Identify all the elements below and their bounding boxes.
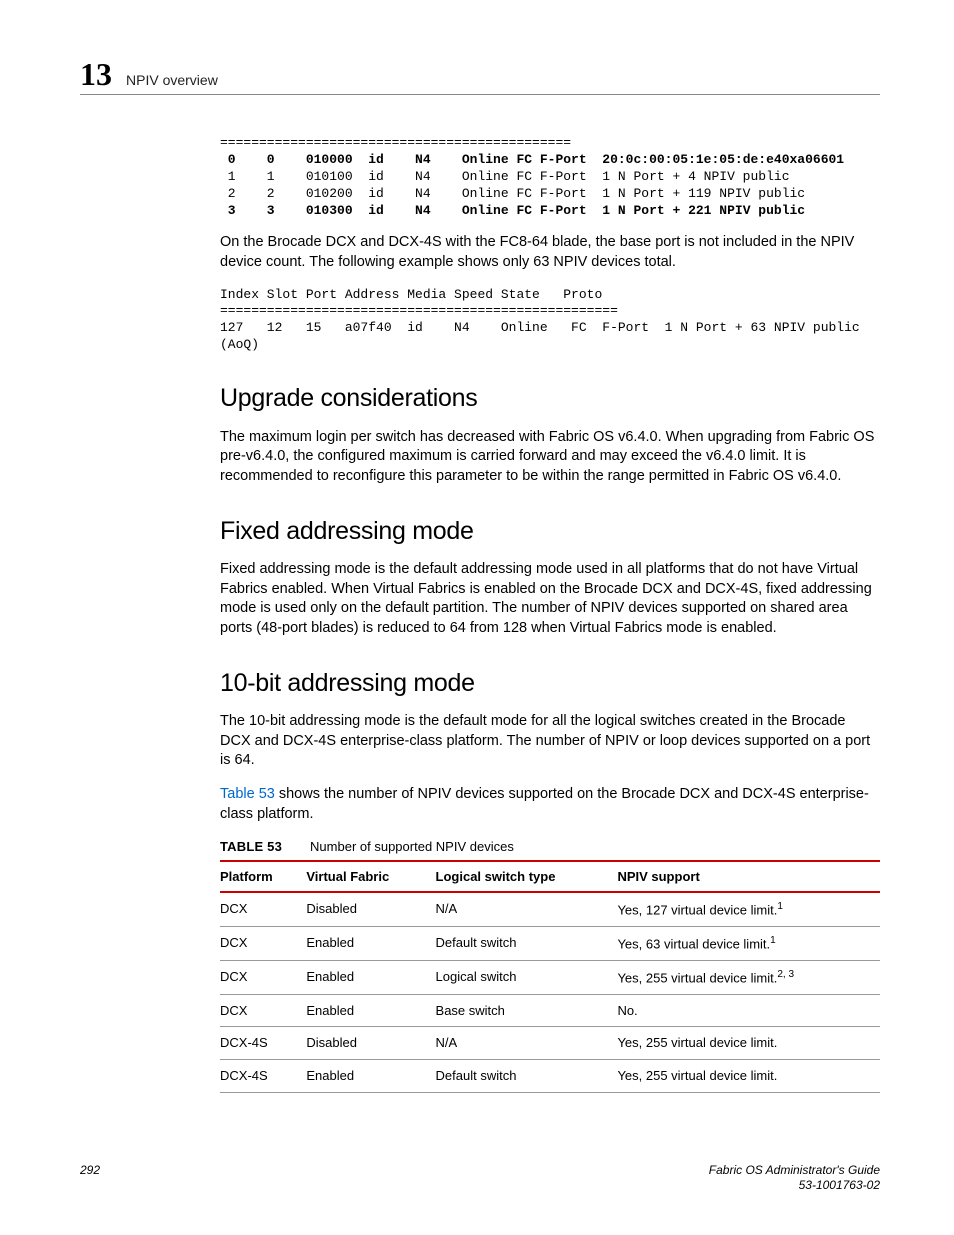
table-row: DCX-4SDisabledN/AYes, 255 virtual device… [220, 1027, 880, 1060]
doc-title: Fabric OS Administrator's Guide [709, 1163, 880, 1177]
npiv-support-table: Platform Virtual Fabric Logical switch t… [220, 860, 880, 1093]
section-title: NPIV overview [126, 72, 218, 88]
paragraph: On the Brocade DCX and DCX-4S with the F… [220, 233, 880, 272]
table-row: DCX-4SEnabledDefault switchYes, 255 virt… [220, 1059, 880, 1092]
table-row: DCXDisabledN/AYes, 127 virtual device li… [220, 892, 880, 926]
table-link[interactable]: Table 53 [220, 786, 275, 802]
table-row: DCXEnabledDefault switchYes, 63 virtual … [220, 927, 880, 961]
page-footer: 292 Fabric OS Administrator's Guide 53-1… [80, 1163, 880, 1193]
table-header-row: Platform Virtual Fabric Logical switch t… [220, 861, 880, 893]
table-row: DCXEnabledLogical switchYes, 255 virtual… [220, 960, 880, 994]
paragraph: Table 53 shows the number of NPIV device… [220, 785, 880, 824]
page-number: 292 [80, 1163, 100, 1177]
doc-number: 53-1001763-02 [799, 1178, 880, 1192]
table-row: DCXEnabledBase switchNo. [220, 994, 880, 1027]
paragraph: The 10-bit addressing mode is the defaul… [220, 712, 880, 771]
running-header: 13 NPIV overview [80, 58, 880, 95]
heading-10bit-addressing: 10-bit addressing mode [220, 667, 880, 701]
col-npiv-support: NPIV support [617, 861, 880, 893]
col-platform: Platform [220, 861, 306, 893]
table-caption: TABLE 53Number of supported NPIV devices [220, 838, 880, 856]
heading-fixed-addressing: Fixed addressing mode [220, 515, 880, 549]
heading-upgrade: Upgrade considerations [220, 382, 880, 416]
chapter-number: 13 [80, 58, 112, 90]
col-virtual-fabric: Virtual Fabric [306, 861, 435, 893]
paragraph: Fixed addressing mode is the default add… [220, 560, 880, 638]
code-block-2: Index Slot Port Address Media Speed Stat… [220, 287, 880, 355]
paragraph: The maximum login per switch has decreas… [220, 428, 880, 487]
col-logical-switch: Logical switch type [436, 861, 618, 893]
code-block-1: ========================================… [220, 135, 880, 219]
main-content: ========================================… [220, 135, 880, 1093]
